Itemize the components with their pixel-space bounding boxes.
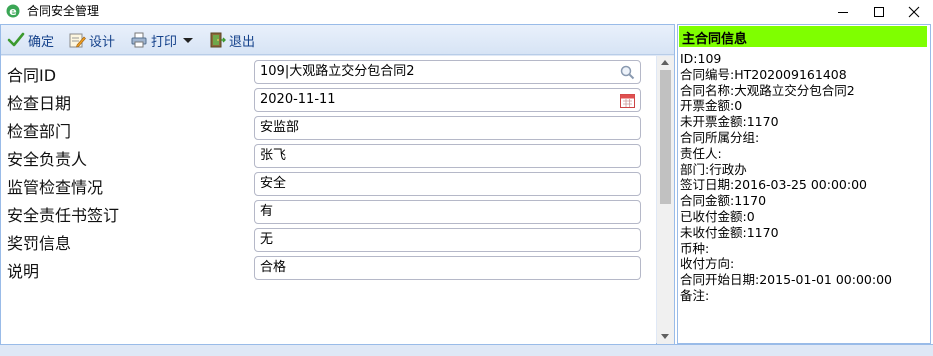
form-panel: 确定 设计 打印 退出 合同ID 109|大观路立交分包合同2 检查日期 202… [0, 24, 675, 344]
inspection-field[interactable]: 安全 [254, 172, 641, 196]
safety-owner-label: 安全负责人 [7, 150, 88, 169]
form-row-check-dept: 检查部门 安监部 [1, 116, 656, 142]
contract-id-label: 合同ID [7, 66, 57, 85]
reward-penalty-label: 奖罚信息 [7, 234, 72, 253]
contract-info-list: ID:109 合同编号:HT202009161408 合同名称:大观路立交分包合… [680, 51, 928, 304]
info-line-notes: 备注: [680, 287, 710, 303]
info-line-start-date: 合同开始日期:2015-01-01 00:00:00 [680, 272, 892, 288]
close-icon [908, 6, 920, 18]
check-date-field[interactable]: 2020-11-11 [254, 88, 641, 112]
scrollbar-thumb[interactable] [660, 70, 671, 204]
exit-door-icon [210, 32, 226, 48]
form-row-remark: 说明 合格 [1, 256, 656, 282]
info-line-paid: 已收付金额:0 [680, 208, 755, 224]
form-row-inspection: 监管检查情况 安全 [1, 172, 656, 198]
info-line-uninvoiced: 未开票金额:1170 [680, 114, 779, 130]
info-line-sign-date: 签订日期:2016-03-25 00:00:00 [680, 177, 867, 193]
close-button[interactable] [897, 0, 931, 24]
info-line-direction: 收付方向: [680, 256, 735, 272]
inspection-value: 安全 [260, 176, 287, 191]
chevron-down-icon [183, 37, 194, 43]
info-line-id: ID:109 [680, 51, 722, 66]
contract-info-header: 主合同信息 [679, 26, 927, 47]
remark-value: 合格 [260, 260, 287, 275]
info-line-unpaid: 未收付金额:1170 [680, 224, 779, 240]
exit-button[interactable]: 退出 [208, 30, 255, 50]
design-edit-icon [69, 33, 86, 48]
reward-penalty-field[interactable]: 无 [254, 228, 641, 252]
check-dept-value: 安监部 [260, 120, 300, 135]
info-line-department: 部门:行政办 [680, 161, 747, 177]
form-row-reward-penalty: 奖罚信息 无 [1, 228, 656, 254]
info-line-contract-no: 合同编号:HT202009161408 [680, 66, 847, 82]
scroll-up-icon[interactable] [661, 60, 669, 65]
info-line-responsible: 责任人: [680, 145, 722, 161]
check-dept-field[interactable]: 安监部 [254, 116, 641, 140]
safety-agreement-field[interactable]: 有 [254, 200, 641, 224]
exit-label: 退出 [229, 34, 256, 50]
form-area: 合同ID 109|大观路立交分包合同2 检查日期 2020-11-11 检查部门… [1, 56, 656, 344]
maximize-button[interactable] [862, 0, 896, 24]
app-window: e 合同安全管理 确定 设计 打印 退出 合同ID 109|大观路立交分包合同2… [0, 0, 933, 356]
scroll-down-icon[interactable] [661, 334, 669, 339]
window-title: 合同安全管理 [27, 4, 100, 18]
form-row-contract-id: 合同ID 109|大观路立交分包合同2 [1, 60, 656, 86]
minimize-icon [838, 12, 848, 13]
inspection-label: 监管检查情况 [7, 178, 104, 197]
print-label: 打印 [151, 34, 178, 50]
info-line-invoiced: 开票金额:0 [680, 98, 743, 114]
check-date-value: 2020-11-11 [260, 92, 336, 107]
printer-icon [131, 32, 147, 48]
contract-info-panel: 主合同信息 ID:109 合同编号:HT202009161408 合同名称:大观… [677, 24, 931, 344]
confirm-button[interactable]: 确定 [7, 30, 54, 50]
safety-agreement-label: 安全责任书签订 [7, 206, 120, 225]
calendar-icon[interactable] [619, 92, 636, 109]
contract-id-field[interactable]: 109|大观路立交分包合同2 [254, 60, 641, 84]
design-button[interactable]: 设计 [68, 30, 115, 50]
info-line-currency: 币种: [680, 240, 710, 256]
info-line-amount: 合同金额:1170 [680, 193, 767, 209]
app-logo-icon: e [6, 4, 20, 18]
info-line-contract-name: 合同名称:大观路立交分包合同2 [680, 82, 855, 98]
print-button[interactable]: 打印 [130, 30, 194, 50]
check-date-label: 检查日期 [7, 94, 72, 113]
vertical-scrollbar[interactable] [657, 56, 674, 344]
minimize-button[interactable] [826, 0, 860, 24]
search-icon[interactable] [619, 64, 636, 81]
safety-owner-value: 张飞 [260, 148, 287, 163]
remark-label: 说明 [7, 262, 40, 281]
contract-id-value: 109|大观路立交分包合同2 [260, 64, 415, 79]
form-row-check-date: 检查日期 2020-11-11 [1, 88, 656, 114]
svg-text:e: e [9, 5, 16, 18]
maximize-icon [874, 7, 884, 17]
safety-agreement-value: 有 [260, 204, 274, 219]
checkmark-icon [7, 32, 25, 47]
remark-field[interactable]: 合格 [254, 256, 641, 280]
toolbar: 确定 设计 打印 退出 [1, 25, 674, 55]
form-row-safety-agreement: 安全责任书签订 有 [1, 200, 656, 226]
check-dept-label: 检查部门 [7, 122, 72, 141]
design-label: 设计 [89, 34, 116, 50]
form-row-safety-owner: 安全负责人 张飞 [1, 144, 656, 170]
status-bar [0, 344, 933, 356]
info-line-group: 合同所属分组: [680, 129, 760, 145]
reward-penalty-value: 无 [260, 232, 274, 247]
safety-owner-field[interactable]: 张飞 [254, 144, 641, 168]
confirm-label: 确定 [28, 34, 55, 50]
title-bar: e 合同安全管理 [0, 0, 933, 24]
